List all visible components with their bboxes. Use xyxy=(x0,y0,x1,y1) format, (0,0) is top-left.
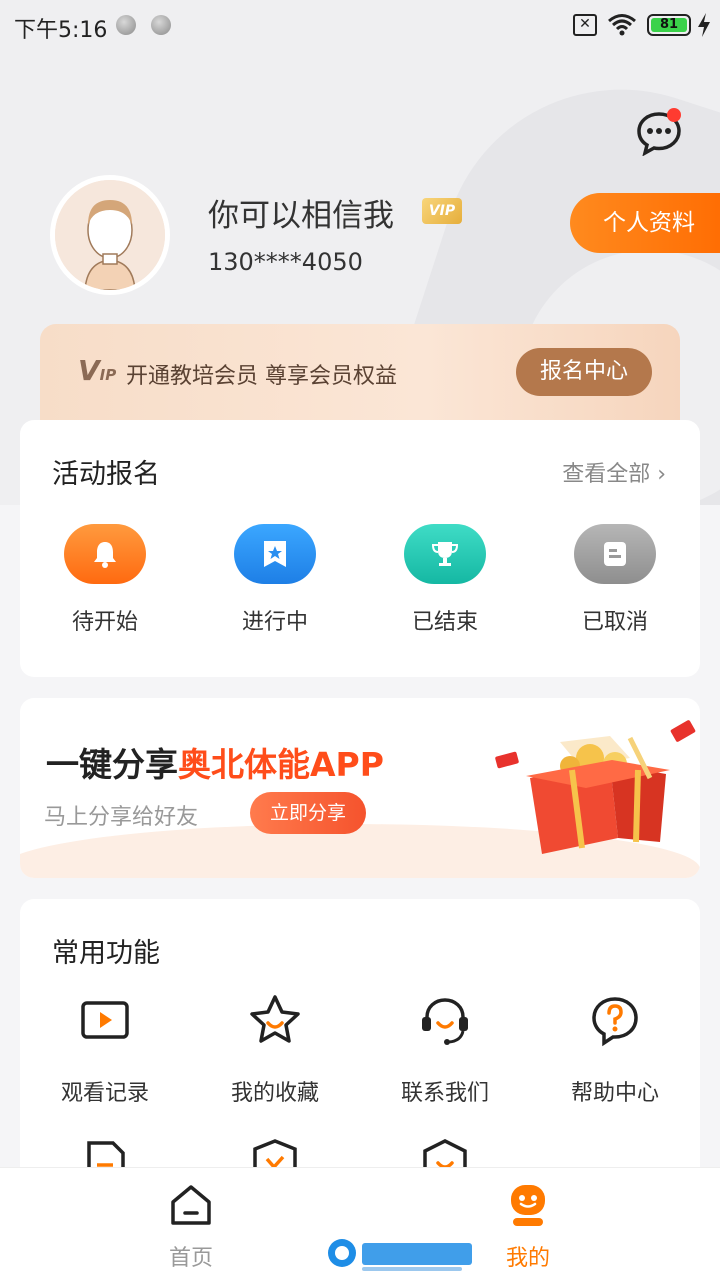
share-card[interactable]: 一键分享奥北体能APP 马上分享给好友 立即分享 xyxy=(20,698,700,878)
no-sim-icon: ✕ xyxy=(573,14,597,36)
vip-badge-icon: VIP xyxy=(422,198,462,224)
wifi-icon xyxy=(608,14,636,36)
profile-info-button[interactable]: 个人资料 xyxy=(570,193,720,253)
activity-card: 活动报名 查看全部 › 待开始 进行中 已结束 已取消 xyxy=(20,420,700,677)
tab-label: 我的 xyxy=(505,1246,550,1271)
unread-dot xyxy=(667,108,681,122)
play-screen-icon xyxy=(81,1001,129,1039)
activity-label: 进行中 xyxy=(241,610,308,635)
help-icon xyxy=(592,997,638,1047)
function-label: 联系我们 xyxy=(400,1081,489,1106)
activity-title: 活动报名 xyxy=(52,459,160,490)
function-label: 观看记录 xyxy=(60,1081,149,1106)
contact-us-item[interactable]: 联系我们 xyxy=(360,991,530,1107)
notification-dot-icon xyxy=(116,15,136,35)
battery-icon: 81 xyxy=(647,14,691,36)
avatar-illustration xyxy=(55,180,165,290)
notification-dot-icon xyxy=(151,15,171,35)
star-icon xyxy=(250,995,300,1043)
function-label: 帮助中心 xyxy=(570,1081,659,1106)
activity-grid: 待开始 进行中 已结束 已取消 xyxy=(20,524,700,636)
function-label: 我的收藏 xyxy=(230,1081,319,1106)
tab-label: 首页 xyxy=(168,1246,213,1271)
note-icon xyxy=(574,524,656,584)
home-icon xyxy=(171,1185,211,1225)
tab-home[interactable]: 首页 xyxy=(131,1182,251,1272)
bookmark-star-icon xyxy=(234,524,316,584)
activity-label: 已取消 xyxy=(581,610,648,635)
signup-center-button[interactable]: 报名中心 xyxy=(516,348,652,396)
watch-history-item[interactable]: 观看记录 xyxy=(20,991,190,1107)
help-center-item[interactable]: 帮助中心 xyxy=(530,991,700,1107)
phone-number: 130****4050 xyxy=(208,248,363,276)
share-subtitle: 马上分享给好友 xyxy=(44,805,199,830)
activity-label: 已结束 xyxy=(411,610,478,635)
activity-label: 待开始 xyxy=(71,610,138,635)
share-now-button[interactable]: 立即分享 xyxy=(250,792,366,834)
status-time: 下午5:16 xyxy=(14,18,108,43)
vip-logo-icon: VIP xyxy=(78,354,117,387)
tab-mine[interactable]: 我的 xyxy=(468,1182,588,1272)
username: 你可以相信我 xyxy=(208,198,394,234)
common-title: 常用功能 xyxy=(52,938,160,969)
share-title: 一键分享奥北体能APP xyxy=(46,745,384,784)
charging-bolt-icon xyxy=(698,13,710,37)
trophy-icon xyxy=(404,524,486,584)
activity-ongoing[interactable]: 进行中 xyxy=(190,524,360,636)
status-bar: 下午5:16 ✕ 81 xyxy=(0,0,720,52)
battery-level: 81 xyxy=(651,18,687,32)
common-grid: 观看记录 我的收藏 联系我们 帮助中心 xyxy=(20,991,700,1107)
mine-icon xyxy=(511,1185,545,1226)
vip-banner-text: 开通教培会员 尊享会员权益 xyxy=(126,364,397,389)
see-all-link[interactable]: 查看全部 › xyxy=(562,456,666,488)
gift-box-icon xyxy=(495,720,696,854)
bell-icon xyxy=(64,524,146,584)
activity-ended[interactable]: 已结束 xyxy=(360,524,530,636)
common-functions-card: 常用功能 观看记录 我的收藏 联系我们 帮助中心 xyxy=(20,899,700,1199)
watermark-logo xyxy=(328,1239,472,1271)
activity-cancelled[interactable]: 已取消 xyxy=(530,524,700,636)
avatar[interactable] xyxy=(50,175,170,295)
favorites-item[interactable]: 我的收藏 xyxy=(190,991,360,1107)
activity-pending[interactable]: 待开始 xyxy=(20,524,190,636)
headset-icon xyxy=(422,998,468,1045)
vip-banner[interactable]: VIP 开通教培会员 尊享会员权益 报名中心 xyxy=(40,324,680,424)
